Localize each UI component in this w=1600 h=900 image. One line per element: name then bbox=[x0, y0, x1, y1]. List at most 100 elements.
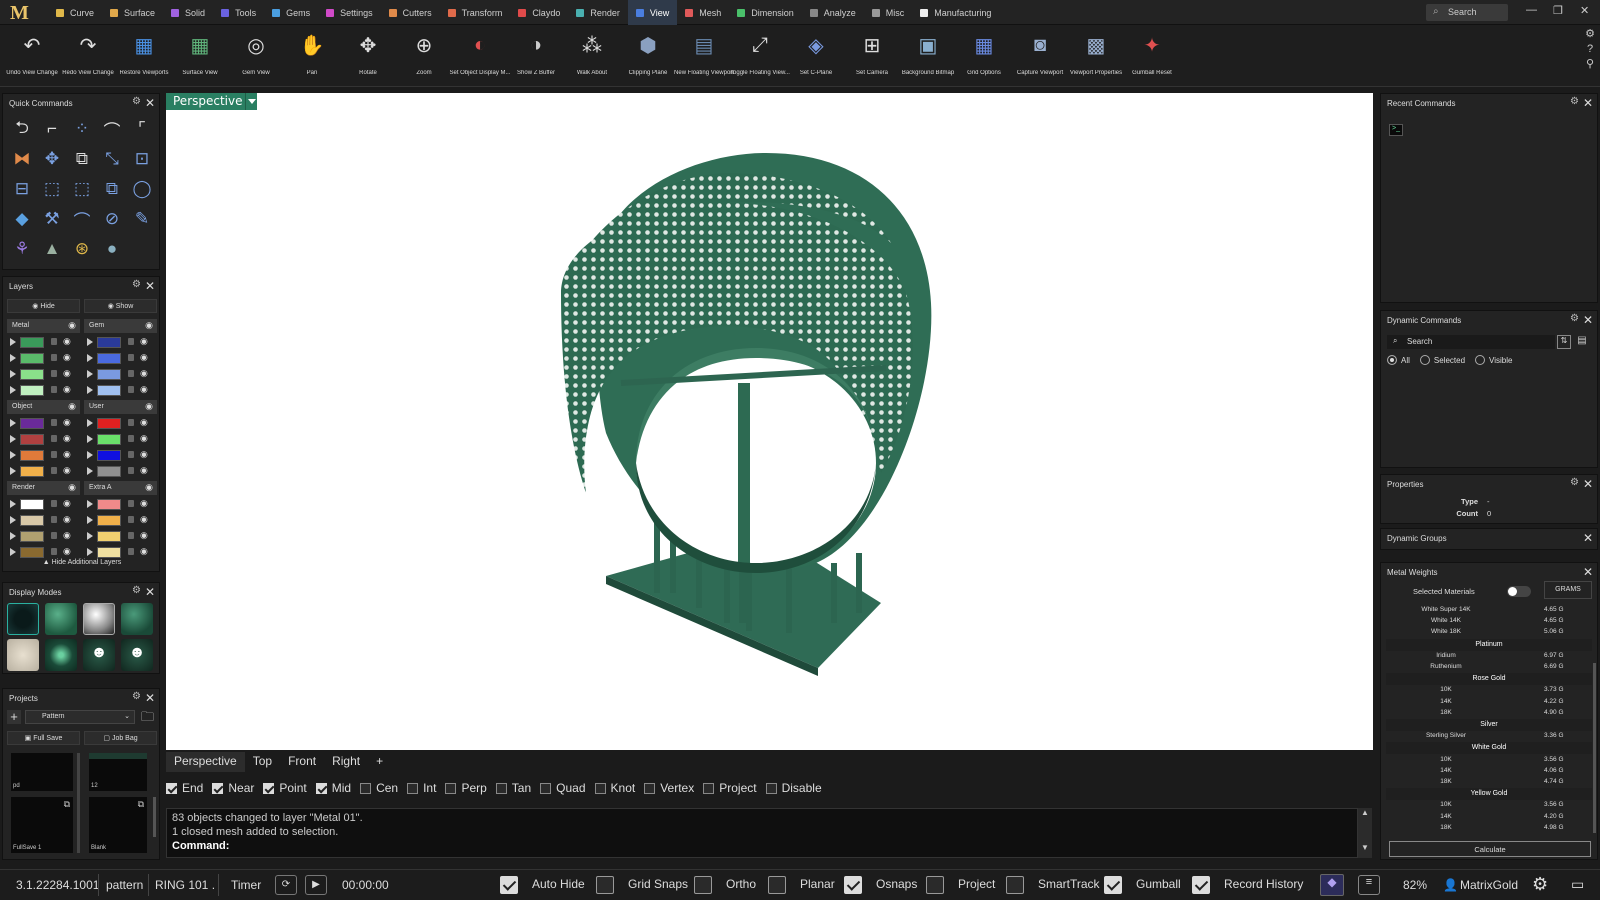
layer-color-swatch[interactable] bbox=[97, 337, 121, 348]
eye-icon[interactable]: ◉ bbox=[140, 417, 148, 428]
layer-color-swatch[interactable] bbox=[20, 353, 44, 364]
full-save-button[interactable]: ▣ Full Save bbox=[7, 731, 80, 745]
osnap-cen[interactable]: Cen bbox=[360, 780, 398, 796]
toggle-record-history-checkbox[interactable] bbox=[1192, 876, 1210, 894]
lock-icon[interactable] bbox=[128, 451, 134, 458]
copy-icon[interactable]: ⧉ bbox=[138, 799, 144, 810]
gear-icon[interactable]: ⚙ bbox=[132, 691, 141, 702]
eye-icon[interactable]: ◉ bbox=[63, 417, 71, 428]
matrix-icon[interactable]: ◆ bbox=[1320, 874, 1344, 896]
osnap-mid[interactable]: Mid bbox=[315, 780, 351, 796]
close-icon[interactable]: ✕ bbox=[145, 96, 155, 110]
layer-color-swatch[interactable] bbox=[97, 418, 121, 429]
menu-tab-manufacturing[interactable]: Manufacturing bbox=[912, 0, 999, 25]
tool-undo-view-change[interactable]: ↶ Undo View Change bbox=[4, 25, 60, 87]
rotate-back-icon[interactable]: ⮌ bbox=[7, 114, 37, 144]
menu-tab-dimension[interactable]: Dimension bbox=[729, 0, 802, 25]
eye-icon[interactable]: ◉ bbox=[140, 352, 148, 363]
close-icon[interactable]: ✕ bbox=[145, 279, 155, 293]
layer-color-swatch[interactable] bbox=[97, 531, 121, 542]
gear-icon[interactable]: ⚙ bbox=[1580, 27, 1600, 40]
menu-tab-surface[interactable]: Surface bbox=[102, 0, 163, 25]
sort-icon[interactable]: ⇅ bbox=[1557, 335, 1571, 349]
pin-icon[interactable]: ⚲ bbox=[1580, 57, 1600, 70]
gear-icon[interactable]: ⚙ bbox=[1570, 477, 1579, 488]
hide-layers-button[interactable]: ◉ Hide bbox=[7, 299, 80, 313]
radio[interactable] bbox=[1387, 355, 1397, 365]
expand-icon[interactable] bbox=[87, 354, 93, 362]
gear-icon[interactable]: ⚙ bbox=[132, 279, 141, 290]
lock-icon[interactable] bbox=[128, 338, 134, 345]
project-thumb[interactable]: ⧉ FullSave 1 bbox=[11, 797, 73, 853]
lock-icon[interactable] bbox=[128, 370, 134, 377]
menu-tab-view[interactable]: View bbox=[627, 0, 678, 25]
list-icon[interactable]: ≡ bbox=[1358, 875, 1380, 895]
settings-gear-icon[interactable]: ⚙ bbox=[1532, 874, 1548, 895]
layer-color-swatch[interactable] bbox=[20, 547, 44, 558]
layer-row[interactable]: ◉ bbox=[84, 432, 157, 447]
toggle-osnaps-checkbox[interactable] bbox=[844, 876, 862, 894]
checkbox[interactable] bbox=[540, 782, 552, 794]
eye-icon[interactable]: ◉ bbox=[63, 530, 71, 541]
layer-row[interactable]: ◉ bbox=[84, 497, 157, 512]
edit-icon[interactable]: ✎ bbox=[127, 204, 157, 234]
viewport-dropdown-button[interactable] bbox=[245, 93, 257, 110]
rendered-mode-icon[interactable] bbox=[83, 603, 115, 635]
layer-color-swatch[interactable] bbox=[20, 385, 44, 396]
layer-color-swatch[interactable] bbox=[20, 369, 44, 380]
expand-icon[interactable] bbox=[10, 338, 16, 346]
menu-tab-solid[interactable]: Solid bbox=[163, 0, 213, 25]
eye-icon[interactable]: ◉ bbox=[63, 449, 71, 460]
eye-icon[interactable]: ◉ bbox=[145, 320, 153, 331]
layer-group-gem[interactable]: Gem ◉ bbox=[84, 319, 157, 333]
tool-capture-viewport[interactable]: ◙ Capture Viewport bbox=[1012, 25, 1068, 87]
expand-icon[interactable] bbox=[87, 338, 93, 346]
eye-icon[interactable]: ◉ bbox=[68, 401, 76, 412]
osnap-point[interactable]: Point bbox=[263, 780, 307, 796]
layer-row[interactable]: ◉ bbox=[84, 383, 157, 398]
shaded-mode-icon[interactable] bbox=[45, 603, 77, 635]
toggle-auto-hide-checkbox[interactable] bbox=[500, 876, 518, 894]
layer-row[interactable]: ◉ bbox=[84, 367, 157, 382]
toggle-label[interactable]: Planar bbox=[800, 877, 835, 891]
render-scene-icon[interactable]: ▲ bbox=[37, 234, 67, 264]
wireframe-mode-icon[interactable] bbox=[7, 603, 39, 635]
gear-icon[interactable]: ⚙ bbox=[1570, 313, 1579, 324]
lock-icon[interactable] bbox=[51, 370, 57, 377]
terminal-icon[interactable]: >_ bbox=[1389, 124, 1403, 136]
layer-color-swatch[interactable] bbox=[20, 434, 44, 445]
layer-color-swatch[interactable] bbox=[20, 450, 44, 461]
layer-color-swatch[interactable] bbox=[20, 499, 44, 510]
layer-row[interactable]: ◉ bbox=[7, 497, 80, 512]
checkbox[interactable] bbox=[166, 782, 177, 794]
toggle-label[interactable]: Record History bbox=[1224, 877, 1303, 891]
osnap-disable[interactable]: Disable bbox=[765, 780, 822, 796]
sphere-icon[interactable]: ● bbox=[97, 234, 127, 264]
eye-icon[interactable]: ◉ bbox=[68, 482, 76, 493]
checkbox[interactable] bbox=[445, 782, 457, 794]
select-icon[interactable]: ⬚ bbox=[37, 174, 67, 204]
calculate-button[interactable]: Calculate bbox=[1389, 841, 1591, 857]
eye-icon[interactable]: ◉ bbox=[63, 384, 71, 395]
tab-right[interactable]: Right bbox=[324, 752, 368, 772]
layer-group-metal[interactable]: Metal ◉ bbox=[7, 319, 80, 333]
add-viewport-tab-button[interactable]: + bbox=[368, 752, 391, 772]
tab-front[interactable]: Front bbox=[280, 752, 324, 772]
eye-icon[interactable]: ◉ bbox=[140, 514, 148, 525]
tool-gem-view[interactable]: ◎ Gem View bbox=[228, 25, 284, 87]
lock-icon[interactable] bbox=[128, 354, 134, 361]
lock-icon[interactable] bbox=[51, 386, 57, 393]
menu-tab-analyze[interactable]: Analyze bbox=[802, 0, 864, 25]
tab-top[interactable]: Top bbox=[245, 752, 280, 772]
layer-row[interactable]: ◉ bbox=[84, 416, 157, 431]
close-icon[interactable]: ✕ bbox=[145, 585, 155, 599]
lock-icon[interactable] bbox=[128, 532, 134, 539]
menu-tab-settings[interactable]: Settings bbox=[318, 0, 381, 25]
eye-icon[interactable]: ◉ bbox=[63, 514, 71, 525]
current-layer[interactable]: pattern bbox=[106, 878, 143, 892]
layer-row[interactable]: ◉ bbox=[7, 545, 80, 560]
project-thumb[interactable]: pd bbox=[11, 753, 73, 791]
toggle-label[interactable]: Osnaps bbox=[876, 877, 917, 891]
toggle-label[interactable]: Ortho bbox=[726, 877, 756, 891]
expand-icon[interactable] bbox=[10, 451, 16, 459]
